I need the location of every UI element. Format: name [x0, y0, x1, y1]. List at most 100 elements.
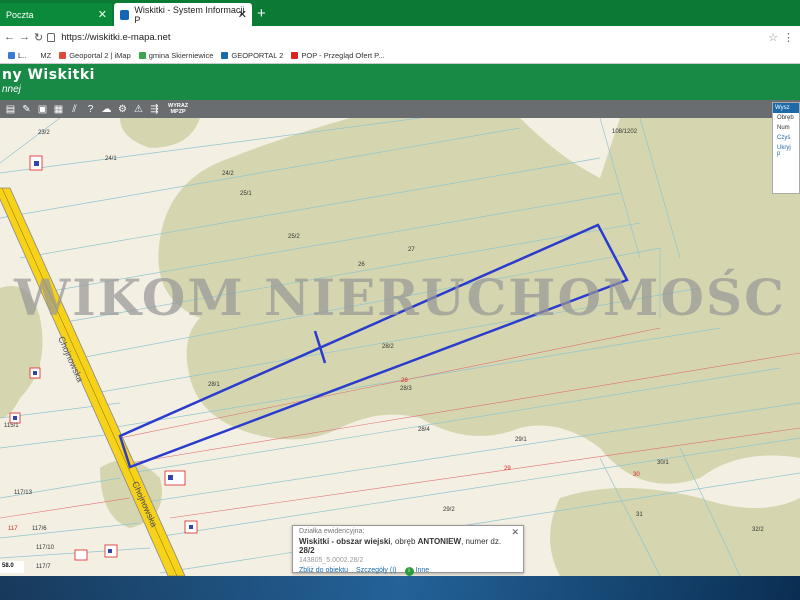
- parcel-label: 29: [504, 466, 511, 472]
- wyraz-mpzp-button[interactable]: WYRAZ MPZP: [168, 103, 188, 115]
- parcel-label: 117/13: [14, 490, 33, 496]
- scale-readout: 58.0: [0, 561, 24, 573]
- other-link[interactable]: i Inne: [404, 567, 430, 576]
- parcel-label: 27: [408, 247, 415, 253]
- map-toolbar: ▤ ✎ ▣ ▦ ⫽ ? ☁ ⚙ ⚠ ⇶ WYRAZ MPZP: [0, 100, 800, 118]
- search-number-label: Num: [777, 125, 790, 131]
- help-icon[interactable]: ?: [84, 104, 97, 115]
- parcel-area: Wiskitki - obszar wiejski: [299, 537, 391, 546]
- parcel-label: 29/2: [443, 507, 455, 513]
- bookmark-item[interactable]: L..: [8, 51, 26, 60]
- new-tab-button[interactable]: +: [257, 5, 266, 22]
- url-field[interactable]: https://wiskitki.e-mapa.net: [61, 32, 170, 43]
- reload-icon[interactable]: ↻: [34, 31, 43, 44]
- parcel-label: 28/4: [418, 427, 430, 433]
- popup-links: Zbliż do obiektu Szczegóły (I) i Inne: [299, 567, 517, 576]
- parcel-label: 25/2: [288, 234, 300, 240]
- mpzp-label: MPZP: [170, 109, 186, 115]
- bookmark-icon: [59, 52, 67, 59]
- parcel-label: 25/1: [240, 191, 252, 197]
- parcel-description: Wiskitki - obszar wiejski, obręb ANTONIE…: [299, 537, 517, 555]
- cloud-icon[interactable]: ☁: [100, 104, 113, 115]
- bookmarks-bar: L.. MZ Geoportal 2 | iMap gmina Skiernie…: [0, 48, 800, 64]
- parcel-label: 23/2: [38, 130, 50, 136]
- numer-prefix: , numer dz.: [461, 537, 502, 546]
- bookmark-label: L..: [18, 51, 27, 60]
- parcel-label: 28/2: [382, 344, 394, 350]
- parcel-label: 28/1: [208, 382, 220, 388]
- parcel-label: 30: [633, 472, 640, 478]
- zoom-to-object-link[interactable]: Zbliż do obiektu: [299, 567, 348, 576]
- close-tab-icon[interactable]: ✕: [98, 8, 107, 21]
- close-icon[interactable]: ✕: [511, 527, 519, 538]
- bookmark-label: Geoportal 2 | iMap: [69, 51, 131, 60]
- taskbar: [0, 576, 800, 600]
- bookmark-item[interactable]: MZ: [40, 51, 51, 60]
- parcel-label: 29/1: [515, 437, 527, 443]
- hide-panel-link[interactable]: Ukryj p: [773, 143, 799, 159]
- parcel-label: 117/6: [32, 526, 47, 532]
- map-canvas[interactable]: 23/2 24/1 24/2 25/1 25/2 26 27 28/2 28/1…: [0, 118, 800, 576]
- clear-link[interactable]: Czyś: [773, 133, 799, 143]
- favicon-icon: [120, 9, 130, 20]
- parcel-label: 28/3: [400, 386, 412, 392]
- parcel-label: 117/7: [36, 564, 51, 570]
- parcel-label: 30/1: [657, 460, 669, 466]
- parcel-identifier: 143805_5.0002.28/2: [299, 557, 364, 564]
- share-icon[interactable]: ⇶: [148, 104, 161, 115]
- search-panel-header[interactable]: Wysz: [773, 103, 799, 113]
- bookmark-label: MZ: [40, 51, 52, 60]
- parcel-label: 108/1202: [612, 129, 638, 135]
- close-tab-icon[interactable]: ✕: [238, 8, 247, 21]
- map-svg: 23/2 24/1 24/2 25/1 25/2 26 27 28/2 28/1…: [0, 118, 800, 576]
- popup-title: Działka ewidencyjna:: [299, 528, 365, 535]
- parcel-label: 24/2: [222, 171, 234, 177]
- parcel-number: 28/2: [299, 546, 315, 555]
- bookmark-item[interactable]: GEOPORTAL 2: [221, 51, 283, 60]
- grid-icon[interactable]: ▦: [52, 104, 65, 115]
- tab-poczta[interactable]: Poczta ✕: [0, 3, 112, 26]
- menu-icon[interactable]: ⋮: [783, 31, 794, 44]
- settings-icon[interactable]: ⚙: [116, 104, 129, 115]
- bookmark-label: gmina Skierniewice: [148, 51, 214, 60]
- bookmark-item[interactable]: POP - Przegląd Ofert P...: [291, 51, 384, 60]
- bookmark-item[interactable]: gmina Skierniewice: [138, 51, 214, 60]
- tab-label: Wiskitki - System Informacji P: [134, 4, 245, 25]
- layers-icon[interactable]: ▤: [4, 104, 17, 115]
- bookmark-icon: [8, 52, 15, 59]
- obreb-name: ANTONIEW: [417, 537, 462, 546]
- tab-strip: Poczta ✕ Wiskitki - System Informacji P …: [0, 0, 800, 26]
- tab-wiskitki[interactable]: Wiskitki - System Informacji P ✕: [114, 3, 252, 26]
- edit-icon[interactable]: ✎: [20, 104, 33, 115]
- parcel-info-popup: ✕ Działka ewidencyjna: Wiskitki - obszar…: [292, 525, 524, 576]
- bookmark-icon: [221, 52, 229, 59]
- app-title: ny Wiskitki: [2, 67, 95, 83]
- star-icon[interactable]: ☆: [768, 31, 778, 44]
- details-link[interactable]: Szczegóły (I): [356, 567, 396, 576]
- parcel-label: 31: [636, 512, 643, 518]
- app-subtitle: nnej: [2, 84, 21, 95]
- address-bar: ← → ↻ https://wiskitki.e-mapa.net ☆ ⋮: [0, 26, 800, 48]
- search-obreb-label: Obręb: [777, 115, 794, 121]
- other-label: Inne: [415, 567, 430, 574]
- info-icon: i: [404, 567, 414, 576]
- window-icon[interactable]: ▣: [36, 104, 49, 115]
- bookmark-item[interactable]: Geoportal 2 | iMap: [59, 51, 131, 60]
- search-panel: Wysz Obręb Num Czyś Ukryj p: [772, 102, 800, 194]
- warning-icon[interactable]: ⚠: [132, 104, 145, 115]
- bookmark-label: GEOPORTAL 2: [231, 51, 284, 60]
- window-controls[interactable]: [770, 0, 800, 26]
- parcel-label: 117/10: [36, 545, 55, 551]
- parcel-label: 28: [401, 378, 408, 384]
- hatch-icon[interactable]: ⫽: [68, 104, 81, 115]
- back-icon[interactable]: ←: [4, 31, 15, 43]
- lock-icon: [47, 32, 56, 42]
- obreb-prefix: , obręb: [390, 537, 418, 546]
- forward-icon[interactable]: →: [19, 31, 30, 43]
- bookmark-icon: [138, 52, 146, 59]
- bookmark-icon: [291, 52, 299, 59]
- tab-label: Poczta: [6, 9, 34, 20]
- app-header: ny Wiskitki nnej: [0, 64, 800, 100]
- forest-area: [120, 118, 200, 148]
- parcel-label: 32/2: [752, 527, 764, 533]
